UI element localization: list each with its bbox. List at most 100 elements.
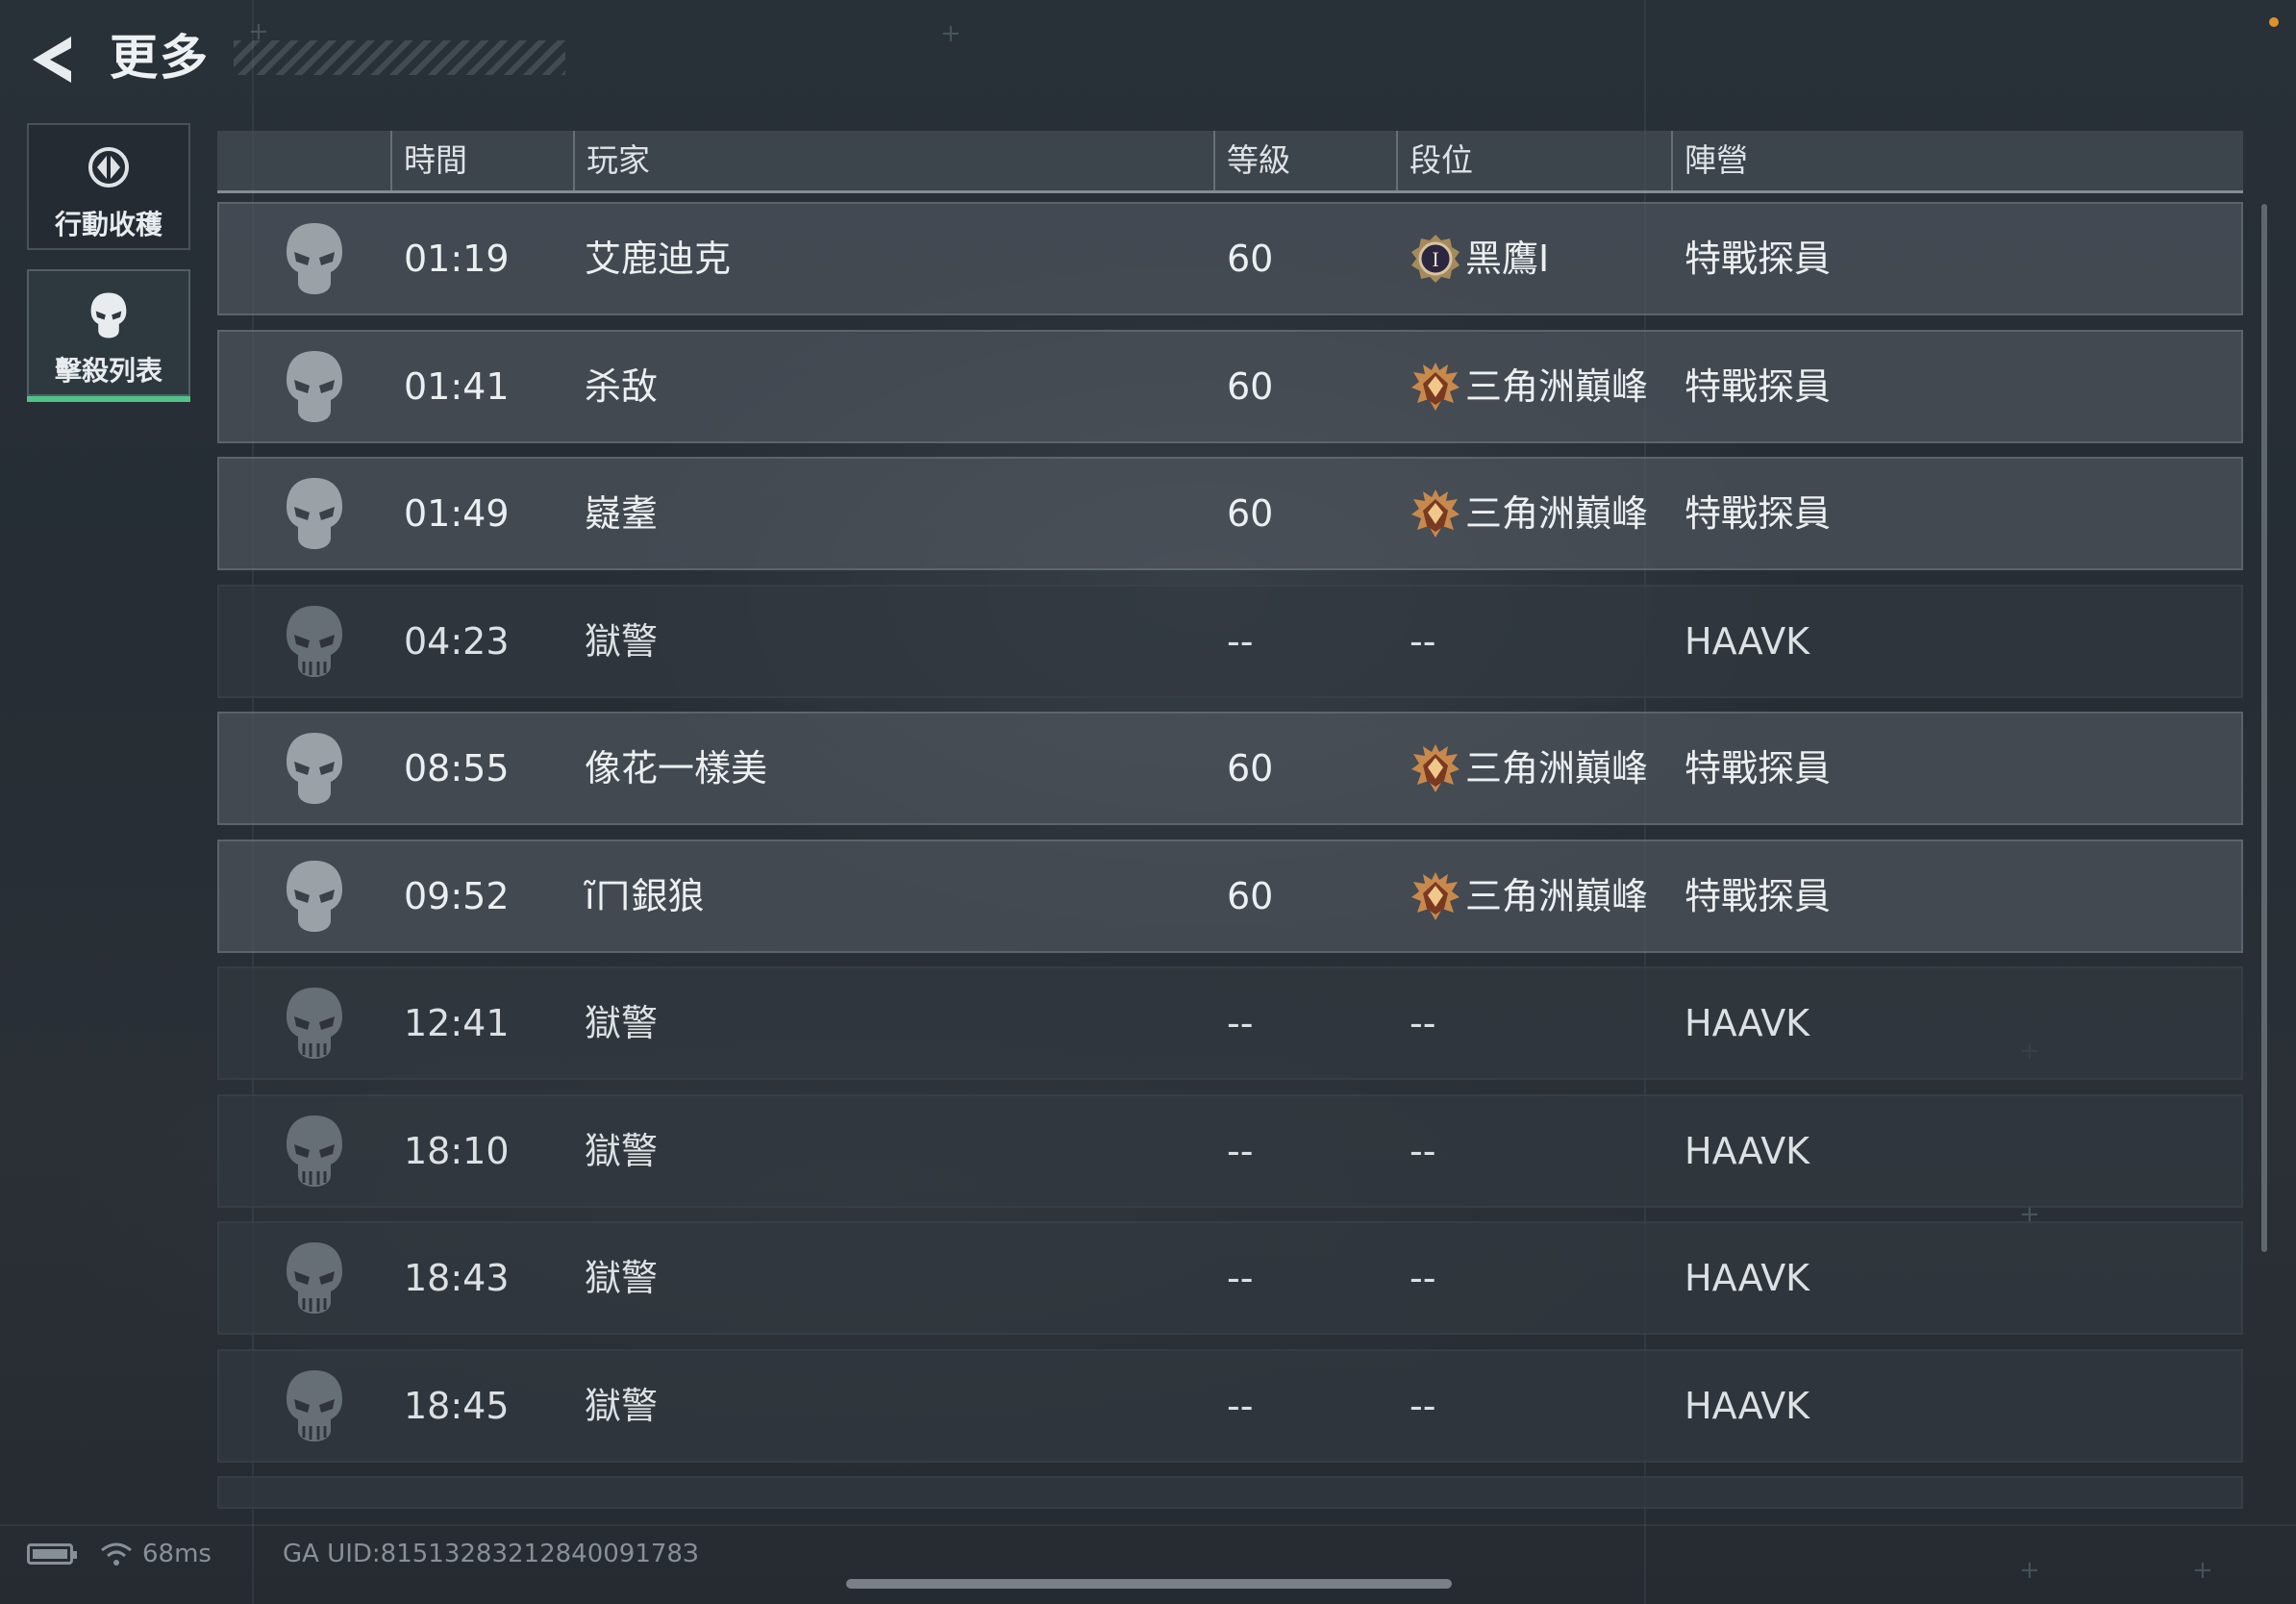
skull-icon — [287, 605, 342, 677]
cell-level: -- — [1227, 1384, 1254, 1427]
cell-rank: -- — [1410, 1351, 1435, 1461]
rank-label: 三角洲巔峰 — [1465, 492, 1649, 535]
cell-time: 01:41 — [404, 364, 510, 408]
cell-player: 像花一樣美 — [585, 747, 768, 789]
cell-rank: 三角洲巔峰 — [1410, 332, 1648, 441]
svg-text:I: I — [1432, 247, 1438, 271]
cell-faction: HAAVK — [1685, 619, 1810, 663]
tab-kill-list[interactable]: 擊殺列表 — [27, 269, 190, 402]
cell-time: 09:52 — [404, 874, 510, 917]
crosshair-mark: + — [940, 19, 961, 48]
tab-operation-rewards[interactable]: 行動收穫 — [27, 123, 190, 250]
crosshair-mark: + — [2192, 1556, 2213, 1585]
title-decoration — [234, 40, 565, 75]
cell-faction: HAAVK — [1685, 1129, 1810, 1172]
table-row[interactable]: 18:10 獄警 -- -- HAAVK — [217, 1093, 2243, 1208]
cell-player: 獄警 — [585, 1129, 659, 1172]
column-header-time: 時間 — [390, 131, 467, 190]
cell-player: 獄警 — [585, 1384, 659, 1427]
cell-level: 60 — [1227, 874, 1274, 917]
cell-player: 嶷耋 — [585, 492, 659, 535]
cell-faction: HAAVK — [1685, 1257, 1810, 1299]
skull-icon — [90, 292, 127, 338]
cell-time: 18:43 — [404, 1257, 510, 1299]
column-header-level: 等級 — [1213, 131, 1290, 190]
table-row[interactable]: 09:52 ĩㄇ銀狼 60 三角洲巔峰 特戰探員 — [217, 839, 2243, 953]
active-tab-indicator — [27, 396, 190, 402]
tab-label: 擊殺列表 — [54, 355, 162, 387]
cell-player: 獄警 — [585, 1002, 659, 1044]
black-hawk-rank-icon: I — [1411, 235, 1460, 283]
cell-time: 04:23 — [404, 619, 510, 663]
circle-emblem-icon — [88, 147, 129, 188]
skull-icon — [287, 350, 342, 422]
cell-rank: -- — [1410, 1223, 1435, 1333]
cell-level: -- — [1227, 1129, 1254, 1172]
rank-label: -- — [1410, 1257, 1436, 1299]
rank-label: -- — [1410, 1384, 1436, 1427]
cell-time: 12:41 — [404, 1002, 510, 1044]
rank-label: 三角洲巔峰 — [1465, 364, 1649, 408]
cell-time: 01:19 — [404, 238, 510, 280]
rank-label: -- — [1410, 619, 1436, 663]
crosshair-mark: + — [2019, 1556, 2040, 1585]
rank-label: 黑鷹I — [1465, 238, 1550, 280]
table-row[interactable]: 01:41 杀敌 60 三角洲巔峰 特戰探員 — [217, 329, 2243, 443]
table-row[interactable]: 01:49 嶷耋 60 三角洲巔峰 特戰探員 — [217, 457, 2243, 570]
back-arrow-icon — [33, 37, 71, 83]
notification-dot — [2269, 17, 2279, 27]
kill-list-table: 時間 玩家 等級 段位 陣營 01:19 艾鹿迪克 60 I 黑鷹I 特戰探員 01:41 杀… — [217, 131, 2243, 1509]
status-bar: 68ms GA UID:8151328321284009178З — [27, 1535, 699, 1573]
cell-player: ĩㄇ銀狼 — [585, 874, 705, 917]
table-header: 時間 玩家 等級 段位 陣營 — [217, 131, 2243, 193]
cell-rank: -- — [1410, 587, 1435, 696]
background-grid-line — [0, 1524, 2296, 1526]
cell-level: -- — [1227, 1257, 1254, 1299]
cell-level: 60 — [1227, 364, 1274, 408]
uid-text: GA UID:8151328321284009178З — [282, 1540, 699, 1568]
page-header: 更多 — [27, 27, 565, 88]
skull-icon — [287, 478, 342, 549]
rank-label: -- — [1410, 1129, 1436, 1172]
table-row[interactable]: 08:55 像花一樣美 60 三角洲巔峰 特戰探員 — [217, 712, 2243, 825]
skull-icon — [287, 988, 342, 1059]
table-row[interactable]: 12:41 獄警 -- -- HAAVK — [217, 966, 2243, 1080]
rank-label: 三角洲巔峰 — [1465, 874, 1649, 917]
delta-peak-rank-icon — [1411, 871, 1460, 920]
wifi-icon — [101, 1542, 132, 1566]
cell-faction: 特戰探員 — [1685, 747, 1832, 789]
table-row[interactable]: 18:43 獄警 -- -- HAAVK — [217, 1221, 2243, 1335]
cell-level: -- — [1227, 619, 1254, 663]
cell-level: -- — [1227, 1002, 1254, 1044]
table-row[interactable]: 04:23 獄警 -- -- HAAVK — [217, 584, 2243, 698]
delta-peak-rank-icon — [1411, 362, 1460, 411]
cell-rank: -- — [1410, 1096, 1435, 1206]
column-header-faction: 陣營 — [1671, 131, 1748, 190]
back-button[interactable] — [27, 33, 85, 87]
cell-rank: -- — [1410, 968, 1435, 1078]
column-header-player: 玩家 — [573, 131, 650, 190]
cell-rank: I 黑鷹I — [1410, 204, 1549, 313]
delta-peak-rank-icon — [1411, 744, 1460, 792]
ping-value: 68ms — [142, 1540, 212, 1568]
skull-icon — [287, 1242, 342, 1314]
cell-faction: 特戰探員 — [1685, 874, 1832, 917]
cell-player: 杀敌 — [585, 364, 659, 408]
cell-faction: HAAVK — [1685, 1002, 1810, 1044]
cell-rank: 三角洲巔峰 — [1410, 841, 1648, 951]
table-row[interactable]: 01:19 艾鹿迪克 60 I 黑鷹I 特戰探員 — [217, 202, 2243, 315]
cell-level: 60 — [1227, 238, 1274, 280]
cell-time: 18:45 — [404, 1384, 510, 1427]
rank-label: 三角洲巔峰 — [1465, 747, 1649, 789]
cell-level: 60 — [1227, 747, 1274, 789]
cell-player: 艾鹿迪克 — [585, 238, 732, 280]
cell-player: 獄警 — [585, 1257, 659, 1299]
battery-icon — [27, 1543, 77, 1565]
cell-level: 60 — [1227, 492, 1274, 535]
table-row[interactable]: 18:45 獄警 -- -- HAAVK — [217, 1348, 2243, 1463]
skull-icon — [287, 223, 342, 294]
table-row[interactable] — [217, 1476, 2243, 1509]
scrollbar[interactable] — [2261, 204, 2267, 1252]
rank-label: -- — [1410, 1002, 1436, 1044]
home-indicator[interactable] — [846, 1579, 1452, 1589]
